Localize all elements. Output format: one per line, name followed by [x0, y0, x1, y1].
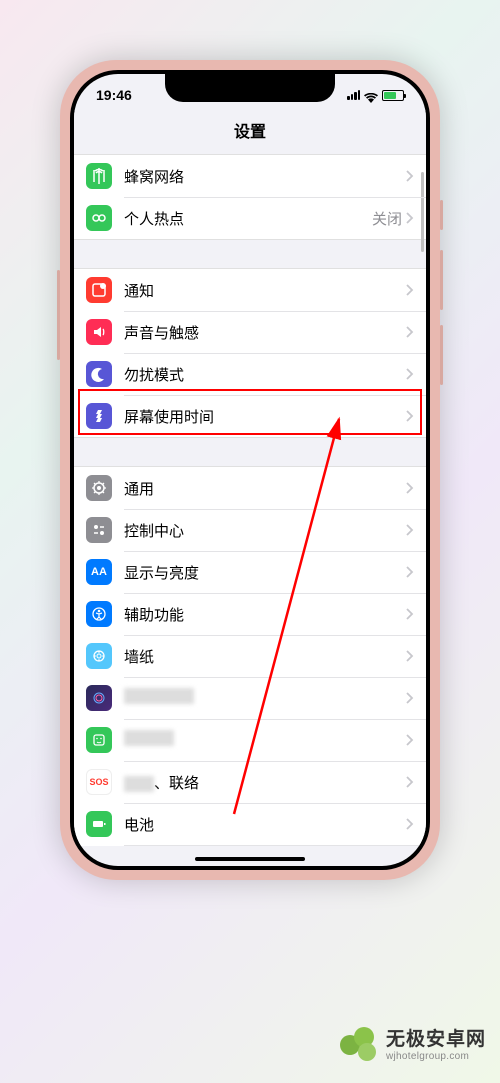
cellular-label: 蜂窝网络 — [124, 166, 406, 187]
dnd-row[interactable]: 勿扰模式 — [74, 353, 426, 395]
wallpaper-row[interactable]: 墙纸 — [74, 635, 426, 677]
phone-frame: 19:46 设置 — [60, 60, 440, 880]
faceid-icon — [86, 727, 112, 753]
watermark: 无极安卓网 wjhotelgroup.com — [340, 1027, 486, 1065]
status-right — [347, 90, 404, 101]
hotspot-label: 个人热点 — [124, 208, 372, 229]
accessibility-label: 辅助功能 — [124, 604, 406, 625]
dnd-label: 勿扰模式 — [124, 364, 406, 385]
hotspot-value: 关闭 — [372, 208, 402, 229]
settings-content[interactable]: 蜂窝网络 个人热点 关闭 — [74, 154, 426, 846]
volume-up-button — [440, 250, 443, 310]
wallpaper-label: 墙纸 — [124, 646, 406, 667]
page-title: 设置 — [74, 118, 426, 142]
battery-row-icon — [86, 811, 112, 837]
sos-row[interactable]: SOS 、联络 — [74, 761, 426, 803]
watermark-title: 无极安卓网 — [386, 1030, 486, 1051]
general-label: 通用 — [124, 478, 406, 499]
sos-icon: SOS — [86, 769, 112, 795]
chevron-icon — [406, 734, 414, 746]
side-button — [440, 200, 443, 230]
signal-icon — [347, 90, 360, 100]
faceid-row[interactable] — [74, 719, 426, 761]
notifications-icon — [86, 277, 112, 303]
chevron-icon — [406, 818, 414, 830]
hotspot-row[interactable]: 个人热点 关闭 — [74, 197, 426, 239]
display-label: 显示与亮度 — [124, 562, 406, 583]
chevron-icon — [406, 482, 414, 494]
control-center-label: 控制中心 — [124, 520, 406, 541]
chevron-icon — [406, 368, 414, 380]
control-center-row[interactable]: 控制中心 — [74, 509, 426, 551]
watermark-logo-icon — [340, 1027, 380, 1065]
hotspot-icon — [86, 205, 112, 231]
general-row[interactable]: 通用 — [74, 467, 426, 509]
chevron-icon — [406, 566, 414, 578]
wifi-icon — [364, 90, 378, 100]
chevron-icon — [406, 170, 414, 182]
settings-group-notifications: 通知 声音与触感 勿扰模式 — [74, 268, 426, 438]
chevron-icon — [406, 410, 414, 422]
privacy-row[interactable]: 隐私 — [74, 845, 426, 846]
power-button — [57, 270, 60, 360]
screentime-label: 屏幕使用时间 — [124, 406, 406, 427]
notifications-row[interactable]: 通知 — [74, 269, 426, 311]
battery-label: 电池 — [124, 814, 406, 835]
accessibility-icon — [86, 601, 112, 627]
chevron-icon — [406, 776, 414, 788]
chevron-icon — [406, 608, 414, 620]
siri-row[interactable] — [74, 677, 426, 719]
chevron-icon — [406, 692, 414, 704]
header: 设置 — [74, 110, 426, 154]
chevron-icon — [406, 326, 414, 338]
cellular-row[interactable]: 蜂窝网络 — [74, 155, 426, 197]
accessibility-row[interactable]: 辅助功能 — [74, 593, 426, 635]
notch — [165, 74, 335, 102]
home-indicator — [195, 857, 305, 861]
control-center-icon — [86, 517, 112, 543]
chevron-icon — [406, 284, 414, 296]
display-row[interactable]: AA 显示与亮度 — [74, 551, 426, 593]
watermark-text: 无极安卓网 wjhotelgroup.com — [386, 1030, 486, 1062]
settings-group-network: 蜂窝网络 个人热点 关闭 — [74, 154, 426, 240]
chevron-icon — [406, 212, 414, 224]
screentime-icon — [86, 403, 112, 429]
phone-bezel: 19:46 设置 — [70, 70, 430, 870]
battery-row[interactable]: 电池 — [74, 803, 426, 845]
screen: 19:46 设置 — [74, 74, 426, 866]
battery-icon — [382, 90, 404, 101]
sounds-icon — [86, 319, 112, 345]
volume-down-button — [440, 325, 443, 385]
chevron-icon — [406, 524, 414, 536]
dnd-icon — [86, 361, 112, 387]
siri-label — [124, 688, 406, 708]
settings-group-general: 通用 控制中心 AA 显示与亮度 — [74, 466, 426, 846]
chevron-icon — [406, 650, 414, 662]
sounds-row[interactable]: 声音与触感 — [74, 311, 426, 353]
sounds-label: 声音与触感 — [124, 322, 406, 343]
sos-label: 、联络 — [124, 772, 406, 793]
cellular-icon — [86, 163, 112, 189]
general-icon — [86, 475, 112, 501]
status-time: 19:46 — [96, 87, 132, 103]
wallpaper-icon — [86, 643, 112, 669]
siri-icon — [86, 685, 112, 711]
watermark-sub: wjhotelgroup.com — [386, 1051, 486, 1062]
notifications-label: 通知 — [124, 280, 406, 301]
display-icon: AA — [86, 559, 112, 585]
faceid-label — [124, 730, 406, 750]
screentime-row[interactable]: 屏幕使用时间 — [74, 395, 426, 437]
